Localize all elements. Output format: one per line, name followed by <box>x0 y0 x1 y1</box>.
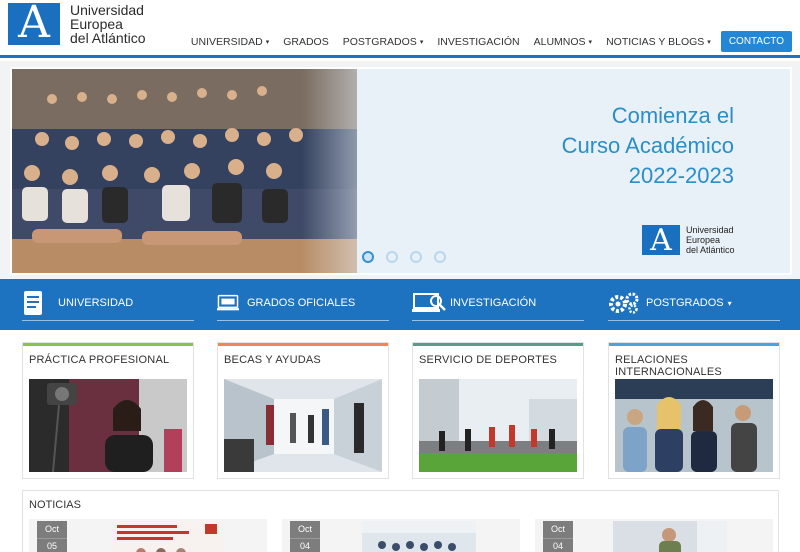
news-date-day: 04 <box>290 538 320 552</box>
hero-line-3: 2022-2023 <box>628 163 734 188</box>
news-date-badge: Oct 04 <box>290 521 320 552</box>
chevron-down-icon: ▾ <box>265 38 270 46</box>
card-relaciones-internacionales[interactable]: RELACIONES INTERNACIONALES <box>608 342 780 479</box>
slider-dot-4[interactable] <box>434 251 446 263</box>
nav-item-noticias[interactable]: NOTICIAS Y BLOGS ▾ <box>606 36 711 48</box>
card-image-interview <box>29 379 187 472</box>
news-date-day: 04 <box>543 538 573 552</box>
hero-logo-text: Universidad Europea del Atlántico <box>686 225 735 255</box>
card-title: SERVICIO DE DEPORTES <box>419 354 558 366</box>
logo-line-3: del Atlántico <box>70 30 146 46</box>
news-item-2[interactable]: Oct 04 <box>282 519 520 552</box>
card-accent <box>609 343 779 346</box>
quicklink-universidad[interactable]: UNIVERSIDAD <box>22 286 194 321</box>
logo-mark: A <box>8 0 60 48</box>
chevron-down-icon: ▾ <box>419 38 424 46</box>
quicklink-grados-oficiales[interactable]: GRADOS OFICIALES <box>217 286 389 321</box>
main-nav: UNIVERSIDAD ▾ GRADOS POSTGRADOS ▾ INVESTIG… <box>177 31 792 52</box>
university-logo[interactable]: A Universidad Europea del Atlántico <box>8 0 146 48</box>
nav-item-grados[interactable]: GRADOS <box>283 36 329 48</box>
slider-dots <box>362 251 458 263</box>
quick-links-bar: UNIVERSIDAD GRADOS OFICIALES INVESTIGACI… <box>0 279 800 330</box>
hero-section: Comienza el Curso Académico 2022-2023 A … <box>0 61 800 279</box>
laptop-search-icon <box>412 292 446 314</box>
chevron-down-icon: ▾ <box>588 38 593 46</box>
logo-line-1: Universidad <box>70 2 144 18</box>
quicklink-label: UNIVERSIDAD <box>58 297 134 309</box>
card-practica-profesional[interactable]: PRÁCTICA PROFESIONAL <box>22 342 194 479</box>
slider-dot-1[interactable] <box>362 251 374 263</box>
quicklink-label: GRADOS OFICIALES <box>247 297 356 309</box>
news-date-month: Oct <box>44 524 59 534</box>
document-icon <box>22 291 44 315</box>
hero-headline: Comienza el Curso Académico 2022-2023 <box>562 101 734 191</box>
logo-line-2: Europea <box>70 16 123 32</box>
hero-logo-line-2: Europea <box>686 235 721 245</box>
news-section: NOTICIAS Oct 05 Oct 04 Oct 04 <box>22 490 779 552</box>
hero-logo-line-3: del Atlántico <box>686 245 735 255</box>
hero-line-2: Curso Académico <box>561 133 734 158</box>
card-image-students <box>615 379 773 472</box>
hero-logo-line-1: Universidad <box>686 225 734 235</box>
slider-dot-2[interactable] <box>386 251 398 263</box>
contact-button[interactable]: CONTACTO <box>720 31 792 52</box>
news-date-badge: Oct 05 <box>37 521 67 552</box>
chevron-down-icon: ▾ <box>707 38 711 46</box>
news-item-1[interactable]: Oct 05 <box>29 519 267 552</box>
news-date-month: Oct <box>550 524 565 534</box>
news-date-day: 05 <box>37 538 67 552</box>
logo-letter: A <box>18 0 50 48</box>
card-image-corridor <box>224 379 382 472</box>
site-header: A Universidad Europea del Atlántico UNIV… <box>0 0 800 58</box>
chevron-down-icon: ▾ <box>727 298 732 308</box>
card-image-sports <box>419 379 577 472</box>
news-date-month: Oct <box>297 524 312 534</box>
news-date-badge: Oct 04 <box>543 521 573 552</box>
nav-item-postgrados[interactable]: POSTGRADOS ▾ <box>343 36 424 48</box>
hero-logo: A Universidad Europea del Atlántico <box>642 225 735 257</box>
hero-line-1: Comienza el <box>611 103 734 128</box>
card-title: RELACIONES INTERNACIONALES <box>615 354 722 378</box>
news-thumbnail <box>613 521 727 552</box>
card-title: PRÁCTICA PROFESIONAL <box>29 354 170 366</box>
gears-icon <box>608 292 640 314</box>
slider-dot-3[interactable] <box>410 251 422 263</box>
quicklink-label: POSTGRADOS <box>646 297 724 309</box>
nav-item-alumnos[interactable]: ALUMNOS ▾ <box>534 36 592 48</box>
news-thumbnail <box>111 521 225 552</box>
news-item-3[interactable]: Oct 04 <box>535 519 773 552</box>
card-accent <box>218 343 388 346</box>
quicklink-label: INVESTIGACIÓN <box>450 297 537 309</box>
card-accent <box>413 343 583 346</box>
logo-text: Universidad Europea del Atlántico <box>70 3 146 45</box>
news-thumbnail <box>362 521 476 552</box>
nav-item-investigacion[interactable]: INVESTIGACIÓN <box>437 36 519 48</box>
card-accent <box>23 343 193 346</box>
monitor-icon <box>217 292 239 314</box>
quicklink-postgrados[interactable]: POSTGRADOS ▾ <box>608 286 780 321</box>
hero-logo-mark: A <box>642 225 680 257</box>
nav-item-universidad[interactable]: UNIVERSIDAD ▾ <box>191 36 269 48</box>
hero-slider[interactable]: Comienza el Curso Académico 2022-2023 A … <box>10 67 792 275</box>
card-becas-ayudas[interactable]: BECAS Y AYUDAS <box>217 342 389 479</box>
quicklink-investigacion[interactable]: INVESTIGACIÓN <box>412 286 584 321</box>
card-servicio-deportes[interactable]: SERVICIO DE DEPORTES <box>412 342 584 479</box>
hero-fade <box>302 69 412 273</box>
card-title: BECAS Y AYUDAS <box>224 354 321 366</box>
news-heading: NOTICIAS <box>29 499 81 511</box>
